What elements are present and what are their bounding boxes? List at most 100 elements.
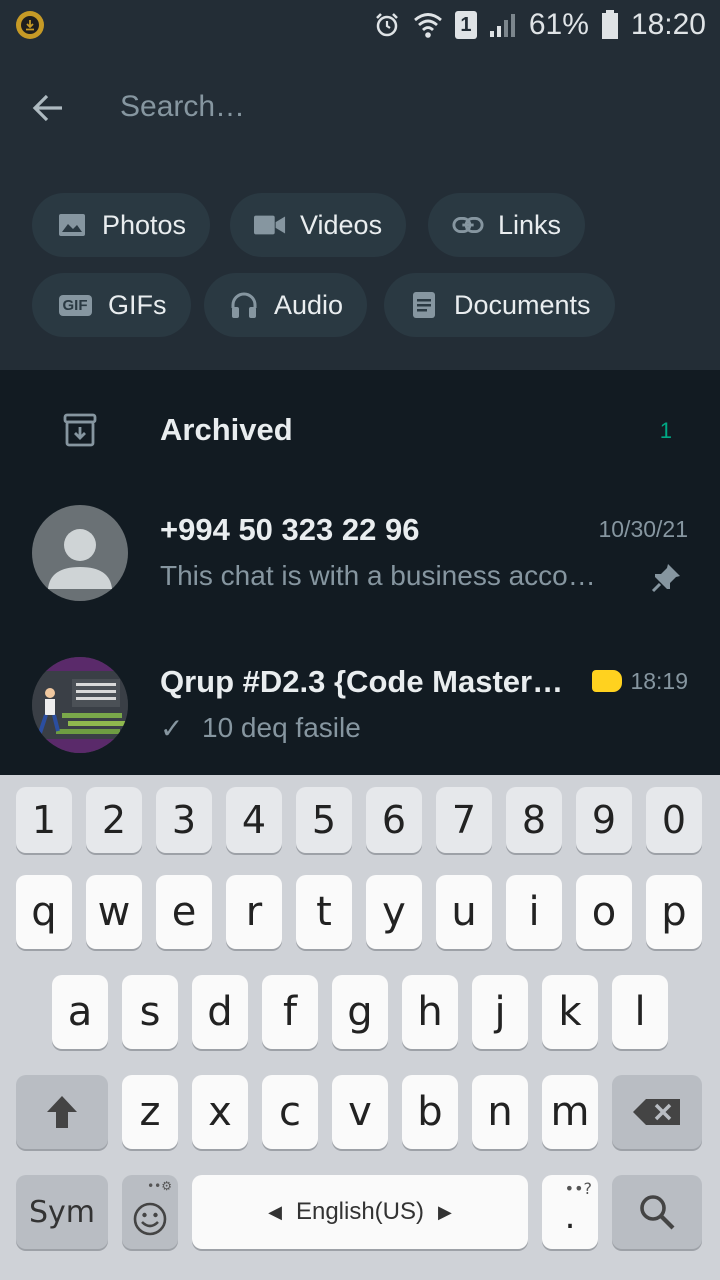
chat-item[interactable]: +994 50 323 22 96 10/30/21 This chat is …: [0, 490, 720, 640]
avatar[interactable]: [32, 505, 128, 601]
filter-label: Photos: [102, 209, 187, 240]
chat-message: This chat is with a business acco…: [160, 560, 596, 591]
key-0[interactable]: 0: [646, 787, 702, 853]
key-e[interactable]: e: [156, 875, 212, 949]
key-4[interactable]: 4: [226, 787, 282, 853]
smiley-icon: [133, 1202, 167, 1236]
search-header: Photos Videos Links GIF GIFs Audio Docum…: [0, 50, 720, 370]
key-j[interactable]: j: [472, 975, 528, 1049]
key-d[interactable]: d: [192, 975, 248, 1049]
group-photo-icon: [32, 657, 128, 753]
key-h[interactable]: h: [402, 975, 458, 1049]
emoji-key[interactable]: ••⚙: [122, 1175, 178, 1249]
key-s[interactable]: s: [122, 975, 178, 1049]
filter-label: Links: [498, 209, 562, 240]
key-w[interactable]: w: [86, 875, 142, 949]
key-a[interactable]: a: [52, 975, 108, 1049]
wifi-icon: [413, 11, 443, 39]
shift-arrow-icon: [47, 1096, 77, 1128]
back-button[interactable]: [24, 84, 72, 132]
key-8[interactable]: 8: [506, 787, 562, 853]
search-key[interactable]: [612, 1175, 702, 1249]
key-k[interactable]: k: [542, 975, 598, 1049]
backspace-key[interactable]: [612, 1075, 702, 1149]
avatar[interactable]: [32, 657, 128, 753]
key-v[interactable]: v: [332, 1075, 388, 1149]
key-t[interactable]: t: [296, 875, 352, 949]
battery-percent: 61%: [528, 8, 589, 41]
sim-icon: 1: [454, 11, 477, 39]
key-g[interactable]: g: [332, 975, 388, 1049]
key-3[interactable]: 3: [156, 787, 212, 853]
key-l[interactable]: l: [612, 975, 668, 1049]
headphones-icon: [228, 289, 260, 321]
space-language-label: English(US): [295, 1198, 425, 1225]
key-q[interactable]: q: [16, 875, 72, 949]
key-p[interactable]: p: [646, 875, 702, 949]
archived-label: Archived: [160, 412, 293, 447]
key-x[interactable]: x: [192, 1075, 248, 1149]
sim-number: 1: [460, 13, 472, 36]
filter-photos[interactable]: Photos: [32, 193, 211, 257]
key-1[interactable]: 1: [16, 787, 72, 853]
link-icon: [452, 209, 484, 241]
key-c[interactable]: c: [262, 1075, 318, 1149]
search-icon: [640, 1195, 675, 1230]
key-9[interactable]: 9: [576, 787, 632, 853]
caret-left-icon: ◀: [268, 1201, 282, 1223]
caret-right-icon: ▶: [438, 1201, 452, 1223]
key-b[interactable]: b: [402, 1075, 458, 1149]
chat-name: Qrup #D2.3 {Code Master…: [160, 664, 564, 699]
key-y[interactable]: y: [366, 875, 422, 949]
check-icon: ✓: [160, 712, 184, 745]
filter-gifs[interactable]: GIF GIFs: [32, 273, 191, 337]
key-m[interactable]: m: [542, 1075, 598, 1149]
gif-icon: GIF: [56, 289, 94, 321]
filter-documents[interactable]: Documents: [384, 273, 615, 337]
filter-label: Audio: [274, 289, 344, 320]
key-n[interactable]: n: [472, 1075, 528, 1149]
document-icon: [408, 289, 440, 321]
search-input[interactable]: [120, 82, 680, 132]
key-2[interactable]: 2: [86, 787, 142, 853]
key-o[interactable]: o: [576, 875, 632, 949]
clock: 18:20: [630, 8, 706, 41]
label-tag-icon: [592, 670, 622, 692]
video-icon: [254, 209, 286, 241]
filter-label: Documents: [454, 289, 591, 320]
key-5[interactable]: 5: [296, 787, 352, 853]
period-key[interactable]: ••? .: [542, 1175, 598, 1249]
status-bar: 1 61% 18:20: [0, 0, 720, 50]
image-icon: [56, 209, 88, 241]
alarm-icon: [373, 11, 401, 39]
key-z[interactable]: z: [122, 1075, 178, 1149]
key-7[interactable]: 7: [436, 787, 492, 853]
space-key[interactable]: ◀ English(US) ▶: [192, 1175, 528, 1249]
key-r[interactable]: r: [226, 875, 282, 949]
settings-dots-icon: ••⚙: [147, 1179, 172, 1193]
keyboard: 1 2 3 4 5 6 7 8 9 0 q w e r t y u i o p …: [0, 775, 720, 1280]
key-6[interactable]: 6: [366, 787, 422, 853]
filter-label: Videos: [300, 209, 383, 240]
chat-message: 10 deq fasile: [202, 712, 361, 743]
backspace-icon: [633, 1099, 680, 1125]
archived-count: 1: [659, 418, 672, 443]
key-i[interactable]: i: [506, 875, 562, 949]
default-avatar-icon: [48, 529, 112, 589]
key-f[interactable]: f: [262, 975, 318, 1049]
filter-links[interactable]: Links: [428, 193, 586, 257]
filter-label: GIFs: [108, 289, 167, 320]
chat-list: Archived 1 +994 50 323 22 96 10/30/21 Th…: [0, 370, 720, 775]
period-extra-label: ••?: [564, 1179, 592, 1198]
filter-videos[interactable]: Videos: [230, 193, 407, 257]
shift-key[interactable]: [16, 1075, 108, 1149]
period-label: .: [564, 1197, 576, 1237]
key-u[interactable]: u: [436, 875, 492, 949]
chat-time: 10/30/21: [598, 516, 688, 542]
signal-icon: [489, 12, 517, 38]
sym-key[interactable]: Sym: [16, 1175, 108, 1249]
chat-item[interactable]: Qrup #D2.3 {Code Master… 18:19 ✓ 10 deq …: [0, 640, 720, 790]
pin-icon: [650, 562, 682, 599]
filter-audio[interactable]: Audio: [204, 273, 368, 337]
archived-row[interactable]: Archived 1: [0, 370, 720, 490]
